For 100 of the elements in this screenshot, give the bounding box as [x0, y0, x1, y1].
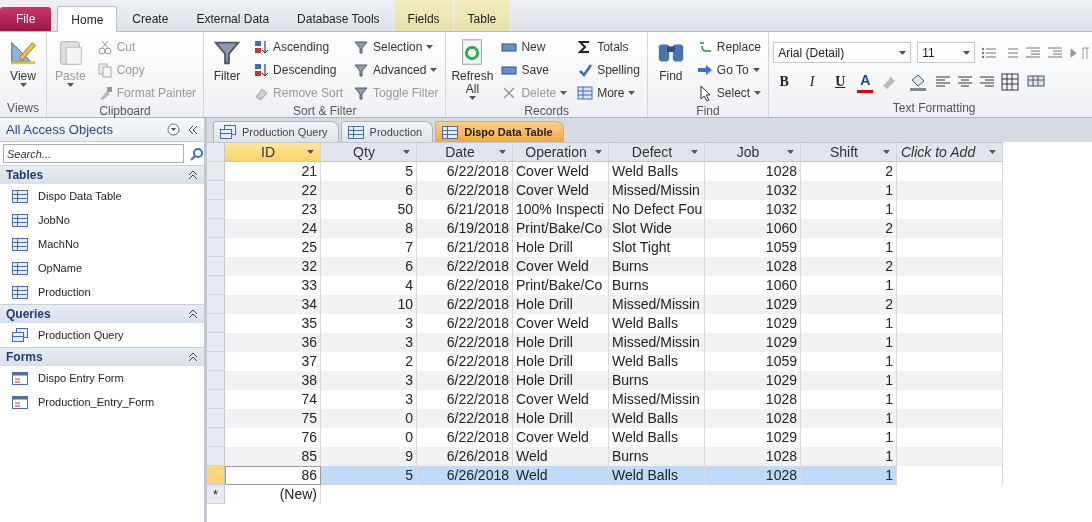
nav-item[interactable]: Dispo Data Table	[0, 184, 204, 208]
table-icon	[12, 237, 28, 251]
ribbon-tab[interactable]: Table	[454, 0, 510, 31]
table-cell: 22	[225, 181, 321, 200]
table-cell: Cover Weld	[513, 162, 609, 181]
font-style-button[interactable]: B	[773, 71, 796, 93]
nav-item[interactable]: Production Query	[0, 323, 204, 347]
collapse-chevron-icon[interactable]	[188, 170, 198, 180]
caret-icon[interactable]	[989, 150, 996, 154]
ribbon-button[interactable]: Save	[498, 59, 571, 81]
caret-icon[interactable]	[430, 68, 438, 72]
paragraph-icon[interactable]	[1069, 45, 1092, 60]
collapse-icon[interactable]	[188, 124, 198, 135]
table-cell: Weld Balls	[609, 466, 705, 485]
ribbon-button[interactable]: Go To	[693, 59, 765, 81]
bullet-list-icon[interactable]	[981, 45, 998, 60]
font-style-button[interactable]: I	[801, 71, 824, 93]
ribbon-button[interactable]: Replace	[693, 36, 765, 58]
nav-item[interactable]: MachNo	[0, 232, 204, 256]
align-right-icon[interactable]	[979, 75, 996, 89]
table-cell: 0	[321, 409, 417, 428]
ribbon-button[interactable]: Selection	[350, 36, 442, 58]
nav-item[interactable]: Production_Entry_Form	[0, 390, 204, 414]
ribbon-button[interactable]: Refresh All	[450, 36, 495, 101]
ribbon-button[interactable]: Select	[693, 82, 765, 104]
table-cell: 9	[321, 447, 417, 466]
align-left-icon[interactable]	[935, 75, 952, 89]
table-cell: 2	[801, 257, 897, 276]
add-column-header[interactable]: Click to Add	[897, 143, 1003, 162]
search-field[interactable]: Search...	[3, 144, 185, 163]
caret-icon[interactable]	[468, 96, 476, 100]
font-name-dropdown[interactable]: Arial (Detail)	[773, 42, 912, 63]
caret-icon[interactable]	[595, 150, 602, 154]
caret-icon[interactable]	[752, 68, 760, 72]
ribbon-button[interactable]: Filter	[208, 36, 247, 84]
table-cell: Hole Drill	[513, 409, 609, 428]
align-center-icon[interactable]	[957, 75, 974, 89]
document-tab[interactable]: Production	[340, 121, 434, 142]
table-cell: Hole Drill	[513, 333, 609, 352]
row-color-icon[interactable]	[1027, 75, 1048, 89]
caret-icon[interactable]	[883, 150, 890, 154]
ribbon-button[interactable]: Descending	[250, 59, 347, 81]
nav-section-header[interactable]: Tables	[6, 168, 44, 182]
ribbon-tab[interactable]: File	[0, 7, 52, 31]
dropdown-circle-icon[interactable]	[167, 123, 180, 136]
ribbon-tab[interactable]: External Data	[183, 7, 283, 31]
caret-icon[interactable]	[307, 150, 314, 154]
table-cell: 1029	[705, 371, 801, 390]
nav-item[interactable]: JobNo	[0, 208, 204, 232]
nav-item[interactable]: Production	[0, 280, 204, 304]
column-header[interactable]: Qty	[321, 143, 417, 162]
caret-icon[interactable]	[403, 150, 410, 154]
ribbon-button[interactable]: Advanced	[350, 59, 442, 81]
column-header[interactable]: Operation	[513, 143, 609, 162]
caret-icon[interactable]	[499, 150, 506, 154]
collapse-chevron-icon[interactable]	[188, 309, 198, 319]
ribbon-tab[interactable]: Home	[57, 6, 118, 32]
document-tab[interactable]: Dispo Data Table	[435, 121, 564, 142]
ribbon-tab[interactable]: Fields	[394, 0, 453, 31]
caret-icon[interactable]	[754, 91, 762, 95]
gridlines-icon[interactable]	[1001, 73, 1022, 91]
ribbon-button[interactable]: Spelling	[574, 59, 643, 81]
search-icon[interactable]	[190, 146, 204, 161]
table-icon	[442, 125, 459, 139]
column-header[interactable]: ID	[225, 143, 321, 162]
caret-icon[interactable]	[691, 150, 698, 154]
column-header[interactable]: Shift	[801, 143, 897, 162]
ribbon-tab[interactable]: Create	[119, 7, 182, 31]
font-size-dropdown[interactable]: 11	[917, 42, 976, 63]
ribbon-button[interactable]: View	[4, 36, 42, 88]
document-tab[interactable]: Production Query	[213, 121, 339, 142]
table-cell: 24	[225, 219, 321, 238]
column-header[interactable]: Job	[705, 143, 801, 162]
ribbon-button[interactable]: Find	[651, 36, 690, 84]
new-record-marker[interactable]: *	[207, 485, 225, 504]
caret-icon[interactable]	[426, 45, 434, 49]
table-cell: 1060	[705, 219, 801, 238]
font-style-button[interactable]: U	[829, 71, 852, 93]
table-cell: Burns	[609, 447, 705, 466]
caret-icon[interactable]	[19, 83, 27, 87]
caret-icon[interactable]	[899, 50, 907, 55]
column-header[interactable]: Defect	[609, 143, 705, 162]
caret-icon[interactable]	[963, 50, 971, 55]
ribbon-button[interactable]: Totals	[574, 36, 643, 58]
table-cell: Print/Bake/Co	[513, 219, 609, 238]
caret-icon[interactable]	[628, 91, 636, 95]
ribbon-button[interactable]: New	[498, 36, 571, 58]
ribbon-button[interactable]: More	[574, 82, 643, 104]
table-cell: Cover Weld	[513, 390, 609, 409]
nav-section-header[interactable]: Queries	[6, 307, 51, 321]
font-color-button[interactable]: A	[857, 71, 874, 93]
nav-section-header[interactable]: Forms	[6, 350, 43, 364]
ribbon-tab[interactable]: Database Tools	[284, 7, 393, 31]
collapse-chevron-icon[interactable]	[188, 352, 198, 362]
nav-item[interactable]: OpName	[0, 256, 204, 280]
nav-item[interactable]: Dispo Entry Form	[0, 366, 204, 390]
table-icon	[12, 189, 28, 203]
caret-icon[interactable]	[787, 150, 794, 154]
column-header[interactable]: Date	[417, 143, 513, 162]
ribbon-button[interactable]: Ascending	[250, 36, 347, 58]
